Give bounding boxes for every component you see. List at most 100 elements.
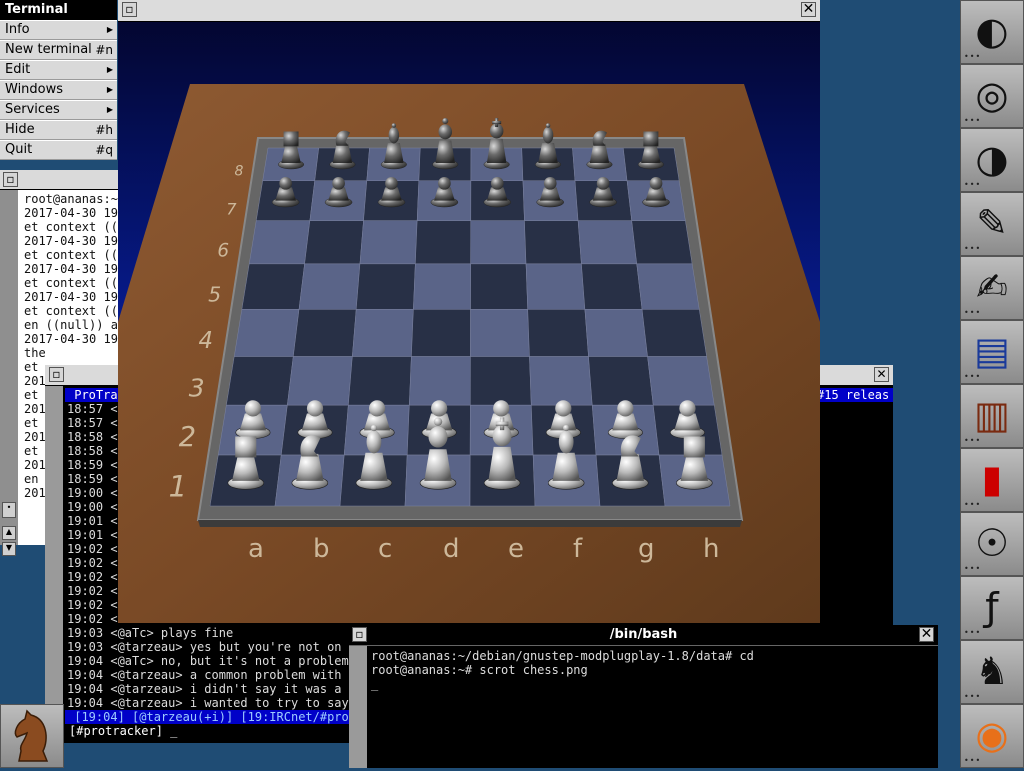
log-line: 2017-04-30 19:: [24, 332, 126, 346]
log-line: et context ((n: [24, 276, 126, 290]
board-square[interactable]: [298, 263, 361, 310]
board-square[interactable]: [359, 220, 418, 265]
board-square[interactable]: [352, 309, 414, 357]
dock-tile[interactable]: ▮ •••: [960, 448, 1024, 512]
menu-item-hide[interactable]: Hide #h: [0, 120, 117, 140]
log-line: 2017-04-30 19:: [24, 290, 126, 304]
board-square[interactable]: [292, 309, 357, 357]
rank-label: 6: [217, 241, 229, 262]
irc-line: 19:04 <@tarzeau> i wanted to try to say: [67, 696, 349, 710]
dock-tile[interactable]: ƒ •••: [960, 576, 1024, 640]
log-line: the: [24, 346, 46, 360]
scroll-knob[interactable]: •: [2, 502, 16, 518]
board-square[interactable]: [584, 309, 648, 357]
board-square[interactable]: [470, 220, 527, 265]
dock-tile[interactable]: ▥ •••: [960, 384, 1024, 448]
board-square[interactable]: [411, 309, 471, 357]
dock-tile[interactable]: ♞ •••: [960, 640, 1024, 704]
bash-titlebar[interactable]: ▫ /bin/bash ✕: [349, 625, 938, 646]
menu-item-info[interactable]: Info ▶: [0, 20, 117, 40]
board-square[interactable]: [647, 356, 715, 406]
dictionary-book-icon: ▥: [974, 393, 1010, 437]
board-square[interactable]: [470, 356, 532, 406]
bash-scrollbar[interactable]: [349, 646, 367, 768]
menu-item-new-terminal[interactable]: New terminal #n: [0, 40, 117, 60]
miniaturize-button[interactable]: ▫: [49, 367, 64, 382]
board-square[interactable]: [409, 356, 471, 406]
font-manager-icon: ƒ: [985, 585, 999, 629]
board-square[interactable]: [636, 263, 700, 310]
board-square[interactable]: [413, 263, 471, 310]
dock-tile[interactable]: ◎ •••: [960, 64, 1024, 128]
board-square[interactable]: [529, 356, 593, 406]
irc-line: 19:04 <@aTc> no, but it's not a problem: [67, 654, 349, 668]
board-square[interactable]: [233, 309, 300, 357]
dock-tile[interactable]: ◐ •••: [960, 0, 1024, 64]
network-dish-icon: ☉: [974, 521, 1010, 565]
log-line: et context ((n: [24, 220, 126, 234]
preferences-tools-icon: ✎: [976, 201, 1008, 245]
menu-item-services[interactable]: Services ▶: [0, 100, 117, 120]
dock-tile[interactable]: ✍ •••: [960, 256, 1024, 320]
log-terminal-scrollbar[interactable]: • ▲ ▼: [0, 190, 18, 556]
board-square[interactable]: [631, 220, 693, 265]
submenu-arrow-icon: ▶: [106, 85, 113, 94]
close-button[interactable]: ✕: [919, 627, 934, 642]
board-square[interactable]: [581, 263, 643, 310]
board-square[interactable]: [248, 220, 311, 265]
board-base: [198, 520, 742, 527]
dock-tile[interactable]: ◉ •••: [960, 704, 1024, 768]
board-square[interactable]: [525, 263, 586, 310]
board-square[interactable]: [527, 309, 589, 357]
board-square[interactable]: [470, 263, 528, 310]
dock-tile[interactable]: ☉ •••: [960, 512, 1024, 576]
rank-label: 4: [199, 328, 214, 354]
board-square[interactable]: [577, 220, 638, 265]
scroll-up-button[interactable]: ▲: [2, 526, 16, 540]
board-square[interactable]: [641, 309, 707, 357]
scroll-down-button[interactable]: ▼: [2, 542, 16, 556]
dock-tile[interactable]: ✎ •••: [960, 192, 1024, 256]
file-label: d: [443, 534, 460, 564]
board-square[interactable]: [355, 263, 416, 310]
board-square[interactable]: [588, 356, 654, 406]
menu-item-windows[interactable]: Windows ▶: [0, 80, 117, 100]
mail-postbox-icon: ▮: [981, 457, 1003, 501]
chess-appicon[interactable]: [0, 704, 64, 768]
irc-scrollbar[interactable]: [45, 386, 63, 743]
dock-tile[interactable]: ▤ •••: [960, 320, 1024, 384]
board-square[interactable]: [241, 263, 305, 310]
log-terminal-titlebar[interactable]: ▫: [0, 170, 120, 190]
bash-line: _: [371, 677, 379, 691]
board-square[interactable]: [524, 220, 582, 265]
menu-item-quit[interactable]: Quit #q: [0, 140, 117, 160]
file-label: h: [703, 534, 719, 564]
file-label: c: [378, 534, 392, 564]
miniaturize-button[interactable]: ▫: [122, 2, 137, 17]
board-square[interactable]: [226, 356, 294, 406]
shortcut-key: #q: [95, 143, 113, 157]
chess-scene[interactable]: 8 7 6 5 4 3 2 1 a b c d e f g h: [118, 22, 820, 623]
submenu-arrow-icon: ▶: [106, 65, 113, 74]
close-button[interactable]: ✕: [801, 2, 816, 17]
irc-input-line[interactable]: [#protracker] _: [69, 724, 177, 738]
dock-dots: •••: [964, 180, 982, 189]
board-square[interactable]: [304, 220, 364, 265]
board-square[interactable]: [287, 356, 353, 406]
gnustep-logo-icon: ◐: [975, 9, 1009, 53]
shortcut-key: #h: [95, 123, 113, 137]
chess-piece-small-icon: ♞: [974, 649, 1010, 693]
miniaturize-button[interactable]: ▫: [3, 172, 18, 187]
close-button[interactable]: ✕: [874, 367, 889, 382]
submenu-arrow-icon: ▶: [106, 105, 113, 114]
menu-item-label: Services: [5, 102, 60, 117]
board-square[interactable]: [348, 356, 412, 406]
board-square[interactable]: [415, 220, 472, 265]
chess-window-titlebar[interactable]: ▫ ✕: [118, 0, 820, 22]
dock-tile[interactable]: ◑ •••: [960, 128, 1024, 192]
board-square[interactable]: [470, 309, 530, 357]
menu-title: Terminal: [0, 0, 117, 20]
bash-output[interactable]: root@ananas:~/debian/gnustep-modplugplay…: [371, 649, 754, 691]
gnustep-app-icon: ◑: [975, 137, 1009, 181]
menu-item-edit[interactable]: Edit ▶: [0, 60, 117, 80]
